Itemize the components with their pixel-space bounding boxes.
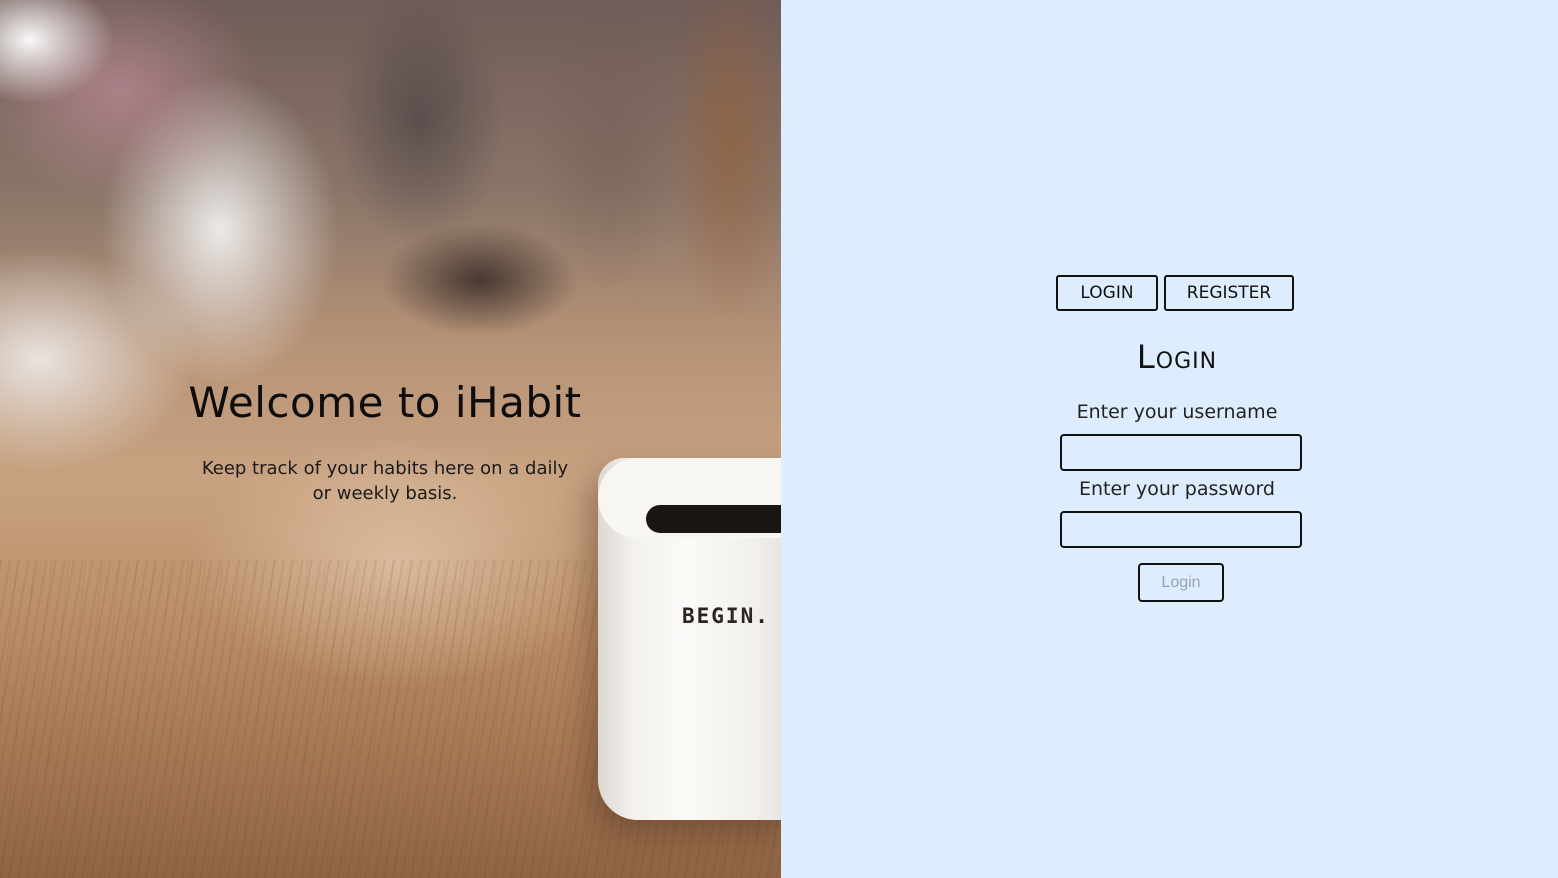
username-label: Enter your username	[1076, 401, 1278, 423]
hero-panel: BEGIN. Welcome to iHabit Keep track of y…	[0, 0, 781, 878]
password-label: Enter your password	[1078, 478, 1275, 500]
login-tab-button[interactable]: LOGIN	[1056, 275, 1158, 311]
welcome-block: Welcome to iHabit Keep track of your hab…	[150, 376, 620, 506]
username-input[interactable]	[1060, 434, 1302, 471]
login-submit-button[interactable]: Login	[1138, 563, 1224, 602]
password-input[interactable]	[1060, 511, 1302, 548]
auth-panel: LOGIN REGISTER Login Enter your username…	[781, 0, 1558, 878]
register-tab-button[interactable]: REGISTER	[1164, 275, 1294, 311]
coffee-surface	[646, 505, 781, 533]
mug-lettering: BEGIN.	[682, 604, 770, 628]
welcome-title: Welcome to iHabit	[188, 378, 582, 427]
form-title: Login	[1136, 338, 1218, 376]
auth-tabs: LOGIN REGISTER	[1056, 275, 1294, 311]
page: BEGIN. Welcome to iHabit Keep track of y…	[0, 0, 1558, 878]
welcome-subtitle: Keep track of your habits here on a dail…	[201, 458, 569, 504]
